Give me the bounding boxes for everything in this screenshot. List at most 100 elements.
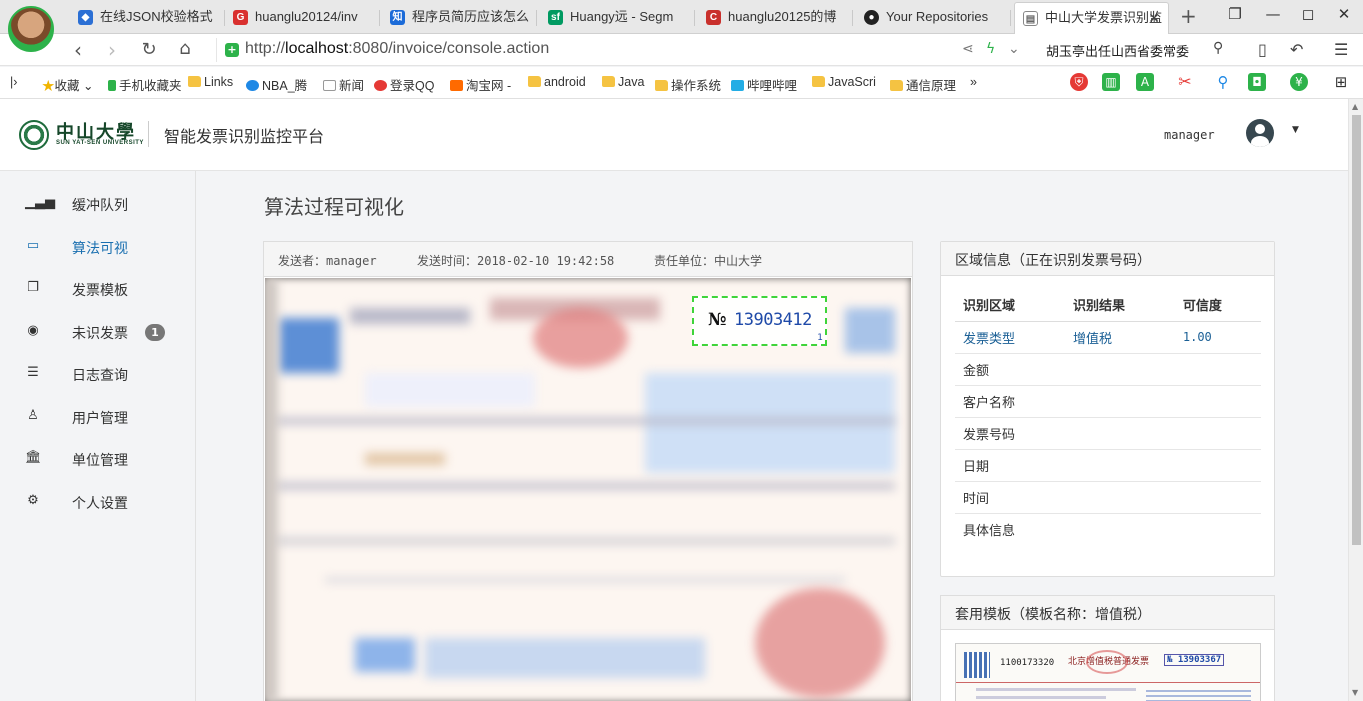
lightning-icon[interactable]: ϟ <box>986 41 995 57</box>
sidebar-toggle-icon[interactable]: |› <box>10 75 17 89</box>
region-confidence <box>1174 481 1261 514</box>
sidebar-item-unit-management[interactable]: 🏛 单位管理 <box>0 440 196 478</box>
table-header-row: 识别区域 识别结果 可信度 <box>955 288 1261 322</box>
table-row: 金额 <box>955 353 1261 386</box>
user-avatar-icon[interactable] <box>1246 119 1274 147</box>
bookmark-favorites[interactable]: ★收藏 ⌄ <box>42 75 93 94</box>
bookmark-item[interactable]: 哔哩哔哩 <box>731 75 797 94</box>
table-row: 具体信息 <box>955 513 1261 545</box>
close-window-button[interactable]: ✕ <box>1333 5 1355 23</box>
back-button[interactable]: ‹ <box>66 38 90 62</box>
caret-down-icon[interactable]: ▼ <box>1292 125 1299 135</box>
bookmark-item[interactable]: 淘宝网 - <box>450 75 511 94</box>
yuan-extension-icon[interactable]: ¥ <box>1290 73 1308 91</box>
address-toolbar: ‹ › ↻ ⌂ + http://localhost:8080/invoice/… <box>0 34 1363 66</box>
browser-tab-active[interactable]: ▤ 中山大学发票识别监 ✕ <box>1014 2 1169 35</box>
browser-tab[interactable]: sf Huangy远 - Segm <box>540 2 695 34</box>
folder-icon <box>602 76 615 87</box>
apps-icon[interactable]: ⊞ <box>1332 73 1350 91</box>
scroll-down-arrow-icon[interactable]: ▼ <box>1352 688 1358 697</box>
reload-button[interactable]: ↻ <box>137 39 161 60</box>
search-icon[interactable]: ⚲ <box>1213 40 1223 56</box>
game-extension-icon[interactable]: ◘ <box>1248 73 1266 91</box>
bookmark-item[interactable]: 登录QQ <box>374 75 434 94</box>
sidebar-item-invoice-templates[interactable]: ❐ 发票模板 <box>0 270 196 308</box>
close-icon[interactable]: ✕ <box>1148 3 1160 33</box>
bookmarks-overflow[interactable]: » <box>970 75 977 89</box>
scroll-thumb[interactable] <box>1352 115 1361 545</box>
zhihu-icon: 知 <box>390 10 405 25</box>
visualization-card: 发送者：manager 发送时间：2018-02-10 19:42:58 责任单… <box>263 241 913 701</box>
page-scrollbar[interactable]: ▲ ▼ <box>1348 99 1363 701</box>
forward-button[interactable]: › <box>100 38 124 62</box>
page-title: 算法过程可视化 <box>264 195 404 219</box>
menu-icon[interactable]: ☰ <box>1334 40 1348 59</box>
sidebar-item-unrecognized[interactable]: ◉ 未识发票 1 <box>0 313 196 351</box>
number-sign: № <box>708 310 727 330</box>
region-result <box>1064 353 1175 386</box>
chevron-down-icon[interactable]: ⌄ <box>1008 41 1020 57</box>
browser-tab[interactable]: G huanglu20124/inv <box>225 2 380 34</box>
username[interactable]: manager <box>1164 128 1215 142</box>
bookmark-folder[interactable]: 操作系统 <box>655 75 721 94</box>
translate-extension-icon[interactable]: A <box>1136 73 1154 91</box>
browser-profile-avatar[interactable] <box>8 6 54 52</box>
maximize-button[interactable]: ◻ <box>1297 5 1319 23</box>
bookmark-item[interactable]: 手机收藏夹 <box>108 75 182 94</box>
gear-icon: ⚙ <box>27 493 39 508</box>
bookmark-folder[interactable]: JavaScri <box>812 75 876 89</box>
bookmarks-bar: |› ★收藏 ⌄ 手机收藏夹 Links NBA_腾 新闻 登录QQ 淘宝网 -… <box>0 67 1363 99</box>
nba-icon <box>246 80 259 91</box>
region-confidence <box>1174 417 1261 450</box>
bookmark-folder[interactable]: Links <box>188 75 233 89</box>
monitor-icon: ▭ <box>26 238 40 253</box>
bookmark-item[interactable]: NBA_腾 <box>246 75 307 94</box>
sidebar-item-algorithm-visual[interactable]: ▭ 算法可视 <box>0 228 196 266</box>
shield-extension-icon[interactable]: ⛨ <box>1070 73 1088 91</box>
g-logo-icon: G <box>233 10 248 25</box>
bar-chart-icon: ▁▃▅ <box>25 195 55 210</box>
browser-tab[interactable]: ◆ 在线JSON校验格式 <box>70 2 225 34</box>
browser-tab[interactable]: C huanglu20125的博 <box>698 2 853 34</box>
bookmark-folder[interactable]: 通信原理 <box>890 75 956 94</box>
home-button[interactable]: ⌂ <box>173 38 197 59</box>
bookmark-folder[interactable]: android <box>528 75 586 89</box>
sidebar-item-personal-settings[interactable]: ⚙ 个人设置 <box>0 483 196 521</box>
segmentfault-icon: sf <box>548 10 563 25</box>
tab-title: 在线JSON校验格式 <box>100 9 213 24</box>
scroll-up-arrow-icon[interactable]: ▲ <box>1352 102 1358 111</box>
invoice-meta: 发送者：manager 发送时间：2018-02-10 19:42:58 责任单… <box>264 242 912 277</box>
browser-tab[interactable]: ● Your Repositories <box>856 2 1011 34</box>
tab-title: huanglu20124/inv <box>255 9 358 24</box>
folder-icon <box>655 80 668 91</box>
bookmark-folder[interactable]: Java <box>602 75 644 89</box>
sidebar-item-user-management[interactable]: ♙ 用户管理 <box>0 398 196 436</box>
template-thumbnail[interactable]: 1100173320 北京增值税普通发票 № 13903367 <box>955 643 1261 701</box>
undo-icon[interactable]: ↶ <box>1290 40 1303 59</box>
browser-tab[interactable]: 知 程序员简历应该怎么 <box>382 2 537 34</box>
minimize-button[interactable]: — <box>1262 5 1284 23</box>
bookmark-item[interactable]: 新闻 <box>323 75 364 94</box>
sidebar-item-label: 用户管理 <box>72 411 128 427</box>
region-name: 时间 <box>955 481 1065 514</box>
table-row: 发票号码 <box>955 417 1261 450</box>
restore-tabs-icon[interactable]: ❐ <box>1224 5 1246 23</box>
sidebar-item-buffer-queue[interactable]: ▁▃▅ 缓冲队列 <box>0 185 196 223</box>
qq-icon <box>374 80 387 91</box>
phone-icon[interactable]: ▯ <box>1258 40 1267 59</box>
column-header: 识别区域 <box>955 288 1065 322</box>
browser-tab-bar: ◆ 在线JSON校验格式 G huanglu20124/inv 知 程序员简历应… <box>0 0 1363 35</box>
sidebar-item-log-query[interactable]: ☰ 日志查询 <box>0 355 196 393</box>
table-row: 客户名称 <box>955 385 1261 418</box>
csdn-icon: C <box>706 10 721 25</box>
scissors-icon[interactable]: ✂ <box>1176 73 1194 91</box>
page-icon <box>323 80 336 91</box>
book-extension-icon[interactable]: ▥ <box>1102 73 1120 91</box>
url-field[interactable]: + http://localhost:8080/invoice/console.… <box>216 38 1036 62</box>
search-hint[interactable]: 胡玉亭出任山西省委常委 <box>1046 41 1189 60</box>
region-name: 金额 <box>955 353 1065 386</box>
new-tab-button[interactable]: + <box>1180 4 1197 28</box>
count-badge: 1 <box>145 324 165 341</box>
search-extension-icon[interactable]: ⚲ <box>1214 73 1232 91</box>
share-icon[interactable]: ⋖ <box>962 41 974 57</box>
